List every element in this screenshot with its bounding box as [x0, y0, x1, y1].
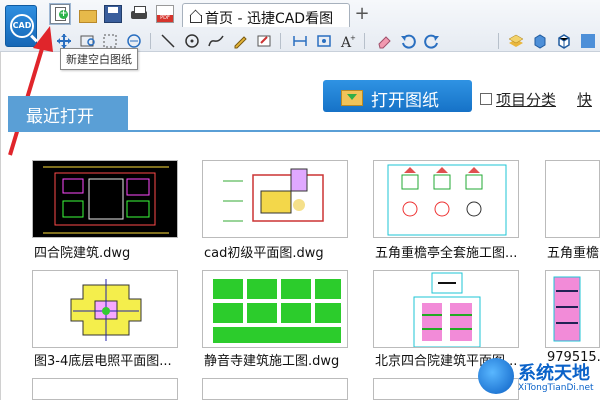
tab-home[interactable]: 首页 - 迅捷CAD看图: [182, 3, 350, 27]
layer-icon[interactable]: [508, 33, 524, 49]
file-thumbnail[interactable]: [32, 378, 178, 400]
text-tool-icon[interactable]: A+: [340, 33, 356, 49]
add-tab-button[interactable]: +: [354, 4, 370, 24]
file-thumbnail[interactable]: [373, 160, 519, 238]
file-thumbnail[interactable]: [373, 270, 519, 348]
dimension-tool-icon[interactable]: [292, 33, 308, 49]
toolbar: CAD 首页 - 迅捷CAD看图 + A+: [0, 0, 600, 52]
open-folder-icon[interactable]: [78, 5, 97, 23]
file-thumbnail[interactable]: [545, 160, 600, 238]
markup-tool-icon[interactable]: [256, 33, 272, 49]
eraser-icon[interactable]: [376, 33, 392, 49]
file-thumbnail[interactable]: [202, 270, 348, 348]
file-thumbnail[interactable]: [32, 160, 178, 238]
measure-area-icon[interactable]: [316, 33, 332, 49]
file-name[interactable]: 五角重檐: [547, 242, 600, 261]
open-drawing-label: 打开图纸: [371, 91, 439, 111]
print-icon[interactable]: [130, 5, 148, 23]
svg-text:+: +: [350, 34, 356, 42]
watermark-url: XiTongTianDi.net: [518, 383, 594, 393]
watermark: 系统天地 XiTongTianDi.net: [478, 355, 600, 400]
watermark-title: 系统天地: [518, 363, 590, 384]
file-thumbnail[interactable]: [32, 270, 178, 348]
pdf-export-icon[interactable]: [156, 5, 174, 23]
watermark-logo: [478, 358, 514, 394]
file-name[interactable]: 五角重檐亭全套施工图...: [375, 242, 521, 261]
save-icon[interactable]: [104, 5, 122, 23]
file-name[interactable]: 静音寺建筑施工图.dwg: [204, 350, 350, 369]
more-tools-icon[interactable]: [580, 33, 596, 49]
file-thumbnail[interactable]: [202, 378, 348, 400]
circle-tool-icon[interactable]: [184, 33, 200, 49]
3d-view-icon[interactable]: [556, 33, 572, 49]
recent-files-header: 最近打开: [8, 96, 128, 130]
open-folder-icon: [341, 87, 363, 106]
pan-icon[interactable]: [56, 33, 72, 49]
file-thumbnail[interactable]: [545, 270, 600, 348]
redo-icon[interactable]: [424, 33, 440, 49]
zoom-window-icon[interactable]: [80, 33, 96, 49]
file-name[interactable]: 四合院建筑.dwg: [34, 242, 180, 261]
file-thumbnail[interactable]: [202, 160, 348, 238]
file-name[interactable]: cad初级平面图.dwg: [204, 242, 350, 261]
home-icon: [188, 9, 202, 23]
file-name[interactable]: 图3-4底层电照平面图...: [34, 350, 180, 369]
pencil-tool-icon[interactable]: [232, 33, 248, 49]
tooltip-new-drawing: 新建空白图纸: [60, 48, 138, 70]
category-checkbox[interactable]: [480, 93, 492, 105]
category-label[interactable]: 项目分类: [496, 89, 556, 110]
tab-home-label: 首页 - 迅捷CAD看图: [205, 11, 334, 27]
app-logo[interactable]: CAD: [5, 5, 37, 47]
quick-link[interactable]: 快: [577, 89, 592, 110]
undo-icon[interactable]: [400, 33, 416, 49]
curve-tool-icon[interactable]: [208, 33, 224, 49]
open-drawing-button[interactable]: 打开图纸: [323, 80, 472, 112]
line-tool-icon[interactable]: [160, 33, 176, 49]
new-document-icon[interactable]: [50, 4, 70, 24]
select-box-icon[interactable]: [102, 33, 118, 49]
3d-box-icon[interactable]: [532, 33, 548, 49]
zoom-extents-icon[interactable]: [126, 33, 142, 49]
